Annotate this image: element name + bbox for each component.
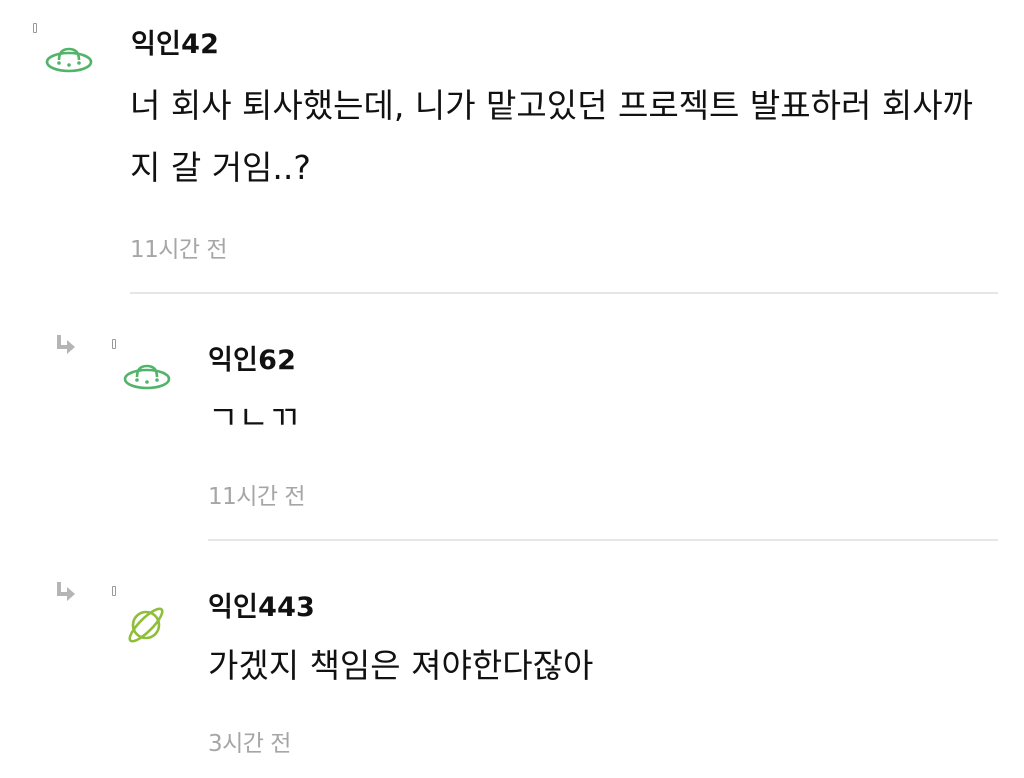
comment-text: 너 회사 퇴사했는데, 니가 맡고있던 프로젝트 발표하러 회사까지 갈 거임.… (130, 86, 973, 187)
reply-item: 익인62 ㄱㄴㄲ 11시간 전 (0, 295, 1024, 540)
comment-divider (208, 539, 998, 541)
comment-item: 익인42 너 회사 퇴사했는데, 니가 맡고있던 프로젝트 발표하러 회사까지 … (0, 0, 1024, 295)
comment-divider (130, 292, 998, 294)
comment-timestamp: 3시간 전 (208, 731, 291, 757)
comment-author[interactable]: 익인62 (208, 338, 296, 377)
reply-item: 익인443 가겠지 책임은 져야한다잖아 3시간 전 (0, 542, 1024, 778)
comment-timestamp: 11시간 전 (130, 237, 228, 263)
ufo-icon[interactable] (44, 42, 94, 82)
reply-arrow-icon (55, 581, 77, 601)
comment-timestamp: 11시간 전 (208, 484, 306, 510)
comment-text: ㄱㄴㄲ (208, 398, 300, 437)
ufo-icon[interactable] (122, 359, 172, 399)
comment-author[interactable]: 익인42 (131, 22, 219, 61)
comment-marker-icon (112, 339, 116, 349)
comment-marker-icon (112, 586, 116, 596)
comment-marker-icon (33, 23, 37, 33)
reply-arrow-icon (55, 334, 77, 354)
comment-text: 가겠지 책임은 져야한다잖아 (208, 646, 594, 685)
comment-author[interactable]: 익인443 (208, 585, 315, 624)
planet-icon[interactable] (122, 600, 172, 643)
